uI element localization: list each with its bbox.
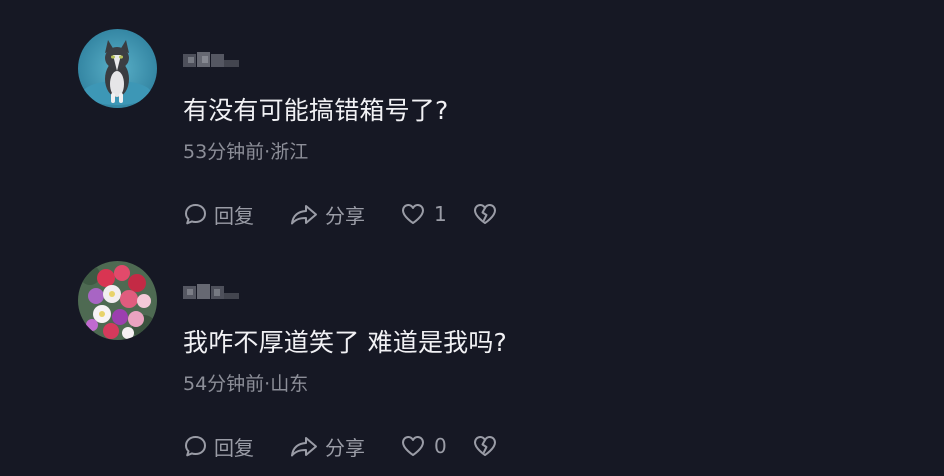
reply-button[interactable]: 回复 <box>183 431 289 461</box>
share-label: 分享 <box>325 435 365 460</box>
like-count: 0 <box>434 434 447 458</box>
broken-heart-icon <box>474 436 496 456</box>
username-blurred[interactable] <box>183 283 239 301</box>
blurred-username-image <box>183 284 239 299</box>
flower-bouquet-avatar-image <box>78 261 157 340</box>
like-button[interactable]: 0 <box>400 431 472 461</box>
share-arrow-icon <box>291 436 317 456</box>
broken-heart-icon <box>474 204 496 224</box>
comment-meta: 54分钟前·山东 <box>183 373 309 395</box>
reply-label: 回复 <box>214 435 254 460</box>
reply-label: 回复 <box>214 203 254 228</box>
heart-icon <box>402 204 424 224</box>
blurred-username-image <box>183 52 239 67</box>
share-button[interactable]: 分享 <box>289 199 400 229</box>
reply-button[interactable]: 回复 <box>183 199 289 229</box>
comment-bubble-icon <box>185 435 206 456</box>
like-count: 1 <box>434 202 447 226</box>
like-button[interactable]: 1 <box>400 199 472 229</box>
avatar[interactable] <box>78 29 157 108</box>
comment-text: 有没有可能搞错箱号了? <box>183 96 449 125</box>
dislike-button[interactable] <box>472 199 504 229</box>
dislike-button[interactable] <box>472 431 504 461</box>
comment-text: 我咋不厚道笑了 难道是我吗? <box>183 328 508 357</box>
comment-actions: 回复 分享 1 <box>183 199 504 229</box>
comment-meta: 53分钟前·浙江 <box>183 141 309 163</box>
share-arrow-icon <box>291 204 317 224</box>
comment-bubble-icon <box>185 203 206 224</box>
heart-icon <box>402 436 424 456</box>
share-label: 分享 <box>325 203 365 228</box>
avatar[interactable] <box>78 261 157 340</box>
username-blurred[interactable] <box>183 51 239 69</box>
cat-avatar-image <box>78 29 157 108</box>
comment-actions: 回复 分享 0 <box>183 431 504 461</box>
share-button[interactable]: 分享 <box>289 431 400 461</box>
comment-list: 有没有可能搞错箱号了? 53分钟前·浙江 回复 分享 1 我咋不厚道笑了 难道是… <box>0 0 944 476</box>
